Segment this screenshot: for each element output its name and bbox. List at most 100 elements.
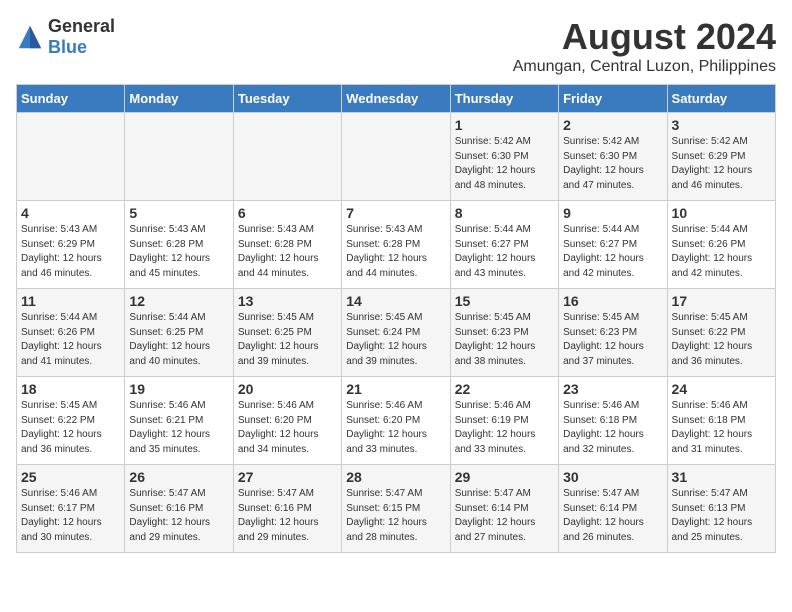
day-header-tuesday: Tuesday	[233, 85, 341, 113]
day-number: 27	[238, 469, 337, 485]
calendar-cell: 22Sunrise: 5:46 AM Sunset: 6:19 PM Dayli…	[450, 377, 558, 465]
day-number: 6	[238, 205, 337, 221]
calendar-cell: 21Sunrise: 5:46 AM Sunset: 6:20 PM Dayli…	[342, 377, 450, 465]
day-number: 14	[346, 293, 445, 309]
day-number: 3	[672, 117, 771, 133]
calendar-cell: 31 Sunrise: 5:47 AM Sunset: 6:13 PM Dayli…	[667, 465, 775, 553]
location-title: Amungan, Central Luzon, Philippines	[513, 58, 776, 76]
day-info: Sunrise: 5:45 AM Sunset: 6:22 PM Dayligh…	[672, 311, 771, 369]
day-info: Sunrise: 5:47 AM Sunset: 6:14 PM Dayligh…	[455, 487, 554, 545]
calendar-cell: 26Sunrise: 5:47 AM Sunset: 6:16 PM Dayli…	[125, 465, 233, 553]
calendar-cell: 27Sunrise: 5:47 AM Sunset: 6:16 PM Dayli…	[233, 465, 341, 553]
calendar-cell: 5 Sunrise: 5:43 AM Sunset: 6:28 PM Daylig…	[125, 201, 233, 289]
day-number: 8	[455, 205, 554, 221]
calendar-cell: 14 Sunrise: 5:45 AM Sunset: 6:24 PM Dayli…	[342, 289, 450, 377]
calendar-cell: 18 Sunrise: 5:45 AM Sunset: 6:22 PM Dayli…	[17, 377, 125, 465]
day-number: 18	[21, 381, 120, 397]
logo: General Blue	[16, 16, 115, 58]
week-row-3: 11 Sunrise: 5:44 AM Sunset: 6:26 PM Dayli…	[17, 289, 776, 377]
day-info: Sunrise: 5:47 AM Sunset: 6:15 PM Dayligh…	[346, 487, 445, 545]
week-row-1: 1 Sunrise: 5:42 AM Sunset: 6:30 PM Daylig…	[17, 113, 776, 201]
day-header-sunday: Sunday	[17, 85, 125, 113]
calendar-cell: 6Sunrise: 5:43 AM Sunset: 6:28 PM Daylig…	[233, 201, 341, 289]
day-info: Sunrise: 5:44 AM Sunset: 6:25 PM Dayligh…	[129, 311, 228, 369]
calendar-cell: 23 Sunrise: 5:46 AM Sunset: 6:18 PM Dayli…	[559, 377, 667, 465]
header: General Blue August 2024 Amungan, Centra…	[16, 16, 776, 76]
calendar-cell: 15 Sunrise: 5:45 AM Sunset: 6:23 PM Dayli…	[450, 289, 558, 377]
logo-general: General	[48, 16, 115, 36]
day-info: Sunrise: 5:45 AM Sunset: 6:23 PM Dayligh…	[563, 311, 662, 369]
day-info: Sunrise: 5:45 AM Sunset: 6:23 PM Dayligh…	[455, 311, 554, 369]
logo-blue: Blue	[48, 37, 87, 57]
day-number: 13	[238, 293, 337, 309]
day-header-monday: Monday	[125, 85, 233, 113]
day-number: 1	[455, 117, 554, 133]
calendar-cell: 12Sunrise: 5:44 AM Sunset: 6:25 PM Dayli…	[125, 289, 233, 377]
day-number: 23	[563, 381, 662, 397]
day-info: Sunrise: 5:44 AM Sunset: 6:26 PM Dayligh…	[672, 223, 771, 281]
day-info: Sunrise: 5:45 AM Sunset: 6:22 PM Dayligh…	[21, 399, 120, 457]
day-number: 21	[346, 381, 445, 397]
day-info: Sunrise: 5:47 AM Sunset: 6:14 PM Dayligh…	[563, 487, 662, 545]
calendar-cell: 8 Sunrise: 5:44 AM Sunset: 6:27 PM Daylig…	[450, 201, 558, 289]
day-info: Sunrise: 5:46 AM Sunset: 6:18 PM Dayligh…	[563, 399, 662, 457]
calendar-cell: 24 Sunrise: 5:46 AM Sunset: 6:18 PM Dayli…	[667, 377, 775, 465]
day-info: Sunrise: 5:46 AM Sunset: 6:21 PM Dayligh…	[129, 399, 228, 457]
day-info: Sunrise: 5:43 AM Sunset: 6:29 PM Dayligh…	[21, 223, 120, 281]
day-info: Sunrise: 5:47 AM Sunset: 6:13 PM Dayligh…	[672, 487, 771, 545]
calendar-cell	[342, 113, 450, 201]
week-row-2: 4 Sunrise: 5:43 AM Sunset: 6:29 PM Daylig…	[17, 201, 776, 289]
day-info: Sunrise: 5:44 AM Sunset: 6:27 PM Dayligh…	[455, 223, 554, 281]
day-number: 10	[672, 205, 771, 221]
day-number: 30	[563, 469, 662, 485]
calendar-cell: 1 Sunrise: 5:42 AM Sunset: 6:30 PM Daylig…	[450, 113, 558, 201]
calendar-cell: 13 Sunrise: 5:45 AM Sunset: 6:25 PM Dayli…	[233, 289, 341, 377]
day-header-saturday: Saturday	[667, 85, 775, 113]
calendar-cell: 2 Sunrise: 5:42 AM Sunset: 6:30 PM Daylig…	[559, 113, 667, 201]
day-number: 29	[455, 469, 554, 485]
day-info: Sunrise: 5:45 AM Sunset: 6:24 PM Dayligh…	[346, 311, 445, 369]
day-number: 22	[455, 381, 554, 397]
week-row-5: 25 Sunrise: 5:46 AM Sunset: 6:17 PM Dayli…	[17, 465, 776, 553]
day-number: 9	[563, 205, 662, 221]
day-number: 2	[563, 117, 662, 133]
day-number: 5	[129, 205, 228, 221]
calendar-cell: 16 Sunrise: 5:45 AM Sunset: 6:23 PM Dayli…	[559, 289, 667, 377]
title-area: August 2024 Amungan, Central Luzon, Phil…	[513, 16, 776, 76]
day-number: 20	[238, 381, 337, 397]
calendar-cell	[233, 113, 341, 201]
day-number: 24	[672, 381, 771, 397]
day-number: 4	[21, 205, 120, 221]
day-info: Sunrise: 5:42 AM Sunset: 6:29 PM Dayligh…	[672, 135, 771, 193]
day-number: 28	[346, 469, 445, 485]
day-number: 31	[672, 469, 771, 485]
day-number: 7	[346, 205, 445, 221]
calendar-cell: 9 Sunrise: 5:44 AM Sunset: 6:27 PM Daylig…	[559, 201, 667, 289]
day-number: 16	[563, 293, 662, 309]
day-info: Sunrise: 5:45 AM Sunset: 6:25 PM Dayligh…	[238, 311, 337, 369]
day-info: Sunrise: 5:44 AM Sunset: 6:26 PM Dayligh…	[21, 311, 120, 369]
day-header-friday: Friday	[559, 85, 667, 113]
calendar-cell: 4 Sunrise: 5:43 AM Sunset: 6:29 PM Daylig…	[17, 201, 125, 289]
day-info: Sunrise: 5:46 AM Sunset: 6:18 PM Dayligh…	[672, 399, 771, 457]
day-info: Sunrise: 5:43 AM Sunset: 6:28 PM Dayligh…	[346, 223, 445, 281]
day-info: Sunrise: 5:44 AM Sunset: 6:27 PM Dayligh…	[563, 223, 662, 281]
day-number: 15	[455, 293, 554, 309]
logo-text: General Blue	[48, 16, 115, 58]
day-info: Sunrise: 5:42 AM Sunset: 6:30 PM Dayligh…	[455, 135, 554, 193]
day-number: 19	[129, 381, 228, 397]
day-info: Sunrise: 5:46 AM Sunset: 6:17 PM Dayligh…	[21, 487, 120, 545]
day-number: 26	[129, 469, 228, 485]
logo-icon	[16, 23, 44, 51]
day-header-thursday: Thursday	[450, 85, 558, 113]
calendar-cell: 20Sunrise: 5:46 AM Sunset: 6:20 PM Dayli…	[233, 377, 341, 465]
calendar-cell: 29 Sunrise: 5:47 AM Sunset: 6:14 PM Dayli…	[450, 465, 558, 553]
day-number: 25	[21, 469, 120, 485]
day-number: 11	[21, 293, 120, 309]
month-title: August 2024	[513, 16, 776, 58]
day-info: Sunrise: 5:43 AM Sunset: 6:28 PM Dayligh…	[129, 223, 228, 281]
day-info: Sunrise: 5:42 AM Sunset: 6:30 PM Dayligh…	[563, 135, 662, 193]
calendar-cell	[125, 113, 233, 201]
calendar-cell: 19 Sunrise: 5:46 AM Sunset: 6:21 PM Dayli…	[125, 377, 233, 465]
calendar-cell: 3 Sunrise: 5:42 AM Sunset: 6:29 PM Daylig…	[667, 113, 775, 201]
